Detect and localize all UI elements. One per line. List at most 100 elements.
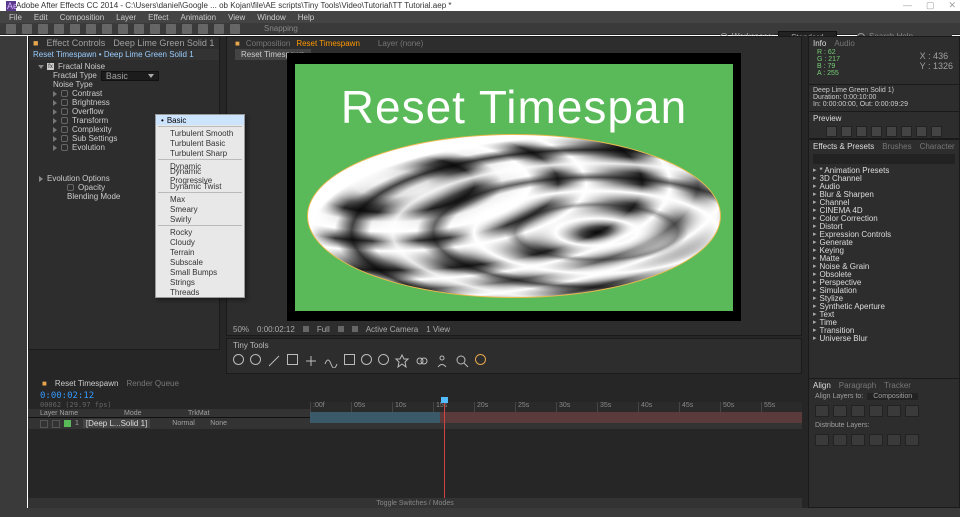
- dist-1[interactable]: [815, 434, 829, 446]
- audio-tab[interactable]: Audio: [834, 39, 854, 48]
- stopwatch-icon[interactable]: [61, 126, 68, 133]
- stopwatch-icon[interactable]: [61, 144, 68, 151]
- dd-item-basic[interactable]: Basic: [156, 115, 244, 125]
- menu-composition[interactable]: Composition: [55, 13, 109, 22]
- shape-tool-icon[interactable]: [118, 24, 128, 34]
- info-tab[interactable]: Info: [813, 39, 826, 48]
- prev-frame-button[interactable]: [841, 126, 852, 137]
- align-target[interactable]: Composition: [867, 393, 918, 400]
- menu-layer[interactable]: Layer: [111, 13, 141, 22]
- rotate-tool-icon[interactable]: [70, 24, 80, 34]
- eraser-tool-icon[interactable]: [198, 24, 208, 34]
- lock-icon[interactable]: [52, 420, 60, 428]
- tt-reset-icon[interactable]: [475, 354, 486, 365]
- tl-tab-render[interactable]: Render Queue: [126, 379, 178, 388]
- twirl-icon[interactable]: [39, 176, 43, 182]
- stopwatch-icon[interactable]: [61, 108, 68, 115]
- align-left-button[interactable]: [815, 405, 829, 417]
- puppet-tool-icon[interactable]: [230, 24, 240, 34]
- viewer-tab-layer[interactable]: Layer (none): [378, 39, 423, 48]
- align-right-button[interactable]: [851, 405, 865, 417]
- stopwatch-icon[interactable]: [61, 99, 68, 106]
- ec-tab[interactable]: Effect Controls: [46, 38, 105, 48]
- dist-4[interactable]: [869, 434, 883, 446]
- twirl-icon[interactable]: [38, 65, 44, 69]
- tracker-tab[interactable]: Tracker: [884, 381, 911, 390]
- layer-trkmat[interactable]: None: [198, 420, 227, 427]
- tt-person-icon[interactable]: [435, 354, 449, 368]
- align-hcenter-button[interactable]: [833, 405, 847, 417]
- menu-view[interactable]: View: [223, 13, 250, 22]
- fractal-type-dropdown[interactable]: Basic: [101, 71, 159, 81]
- dd-item-threads[interactable]: Threads: [156, 287, 244, 297]
- tiny-tools-tab[interactable]: Tiny Tools: [227, 339, 801, 352]
- minimize-button[interactable]: —: [903, 0, 912, 11]
- dd-item-dynamic-progressive[interactable]: Dynamic Progressive: [156, 171, 244, 181]
- viewer-icon[interactable]: [303, 326, 309, 332]
- align-bottom-button[interactable]: [905, 405, 919, 417]
- align-vcenter-button[interactable]: [887, 405, 901, 417]
- tt-slash-icon[interactable]: [267, 354, 281, 368]
- resolution[interactable]: Full: [317, 325, 330, 334]
- layer-name[interactable]: [Deep L...Solid 1]: [83, 419, 150, 428]
- align-tab[interactable]: Align: [813, 381, 831, 390]
- menu-edit[interactable]: Edit: [29, 13, 53, 22]
- stopwatch-icon[interactable]: [61, 117, 68, 124]
- zoom-tool-icon[interactable]: [38, 24, 48, 34]
- tt-icon-1[interactable]: [233, 354, 244, 365]
- menu-file[interactable]: File: [4, 13, 27, 22]
- dd-item-subscale[interactable]: Subscale: [156, 257, 244, 267]
- loop-button[interactable]: [916, 126, 927, 137]
- layer-bar-out[interactable]: [440, 412, 802, 423]
- camera-tool-icon[interactable]: [86, 24, 96, 34]
- snapping-label[interactable]: Snapping: [264, 24, 298, 33]
- selection-tool-icon[interactable]: [6, 24, 16, 34]
- twirl-icon[interactable]: [53, 100, 57, 106]
- dd-item-max[interactable]: Max: [156, 194, 244, 204]
- twirl-icon[interactable]: [53, 127, 57, 133]
- stopwatch-icon[interactable]: [61, 135, 68, 142]
- tt-clock-icon[interactable]: [378, 354, 389, 365]
- character-tab[interactable]: Character: [920, 142, 955, 151]
- layer-mode[interactable]: Normal: [154, 420, 194, 427]
- tt-trash-icon[interactable]: [344, 354, 355, 365]
- ep-search[interactable]: [813, 154, 955, 164]
- color-swatch[interactable]: [64, 420, 71, 427]
- twirl-icon[interactable]: [53, 145, 57, 151]
- dist-6[interactable]: [905, 434, 919, 446]
- tt-camera-icon[interactable]: [361, 354, 372, 365]
- stopwatch-icon[interactable]: [61, 90, 68, 97]
- mute-button[interactable]: [901, 126, 912, 137]
- tt-arrows-icon[interactable]: [304, 354, 318, 368]
- pan-behind-tool-icon[interactable]: [102, 24, 112, 34]
- menu-animation[interactable]: Animation: [175, 13, 221, 22]
- dd-item-terrain[interactable]: Terrain: [156, 247, 244, 257]
- align-top-button[interactable]: [869, 405, 883, 417]
- dd-item-cloudy[interactable]: Cloudy: [156, 237, 244, 247]
- tt-link-icon[interactable]: [415, 354, 429, 368]
- stopwatch-icon[interactable]: [67, 184, 74, 191]
- zoom-level[interactable]: 50%: [233, 325, 249, 334]
- maximize-button[interactable]: ▢: [926, 0, 935, 11]
- timecode[interactable]: 0:00:02:12: [28, 389, 802, 401]
- viewer-tab-name[interactable]: Reset Timespawn: [296, 39, 360, 48]
- menu-help[interactable]: Help: [293, 13, 319, 22]
- ep-universe-blur[interactable]: Universe Blur: [809, 334, 959, 342]
- preview-tab[interactable]: Preview: [813, 114, 841, 123]
- viewer-time[interactable]: 0:00:02:12: [257, 325, 295, 334]
- fractal-noise-shape[interactable]: [307, 134, 721, 298]
- playhead[interactable]: [444, 400, 445, 508]
- clone-tool-icon[interactable]: [182, 24, 192, 34]
- time-ruler[interactable]: :00f05s10s15s20s25s30s35s40s45s50s55s: [310, 402, 802, 412]
- menu-window[interactable]: Window: [252, 13, 290, 22]
- text-tool-icon[interactable]: [150, 24, 160, 34]
- dd-item-smeary[interactable]: Smeary: [156, 204, 244, 214]
- play-button[interactable]: [856, 126, 867, 137]
- dd-item-small-bumps[interactable]: Small Bumps: [156, 267, 244, 277]
- tt-wave-icon[interactable]: [324, 354, 338, 368]
- dd-item-rocky[interactable]: Rocky: [156, 227, 244, 237]
- tt-icon-2[interactable]: [250, 354, 261, 365]
- dist-5[interactable]: [887, 434, 901, 446]
- dd-item-turbulent-basic[interactable]: Turbulent Basic: [156, 138, 244, 148]
- roto-tool-icon[interactable]: [214, 24, 224, 34]
